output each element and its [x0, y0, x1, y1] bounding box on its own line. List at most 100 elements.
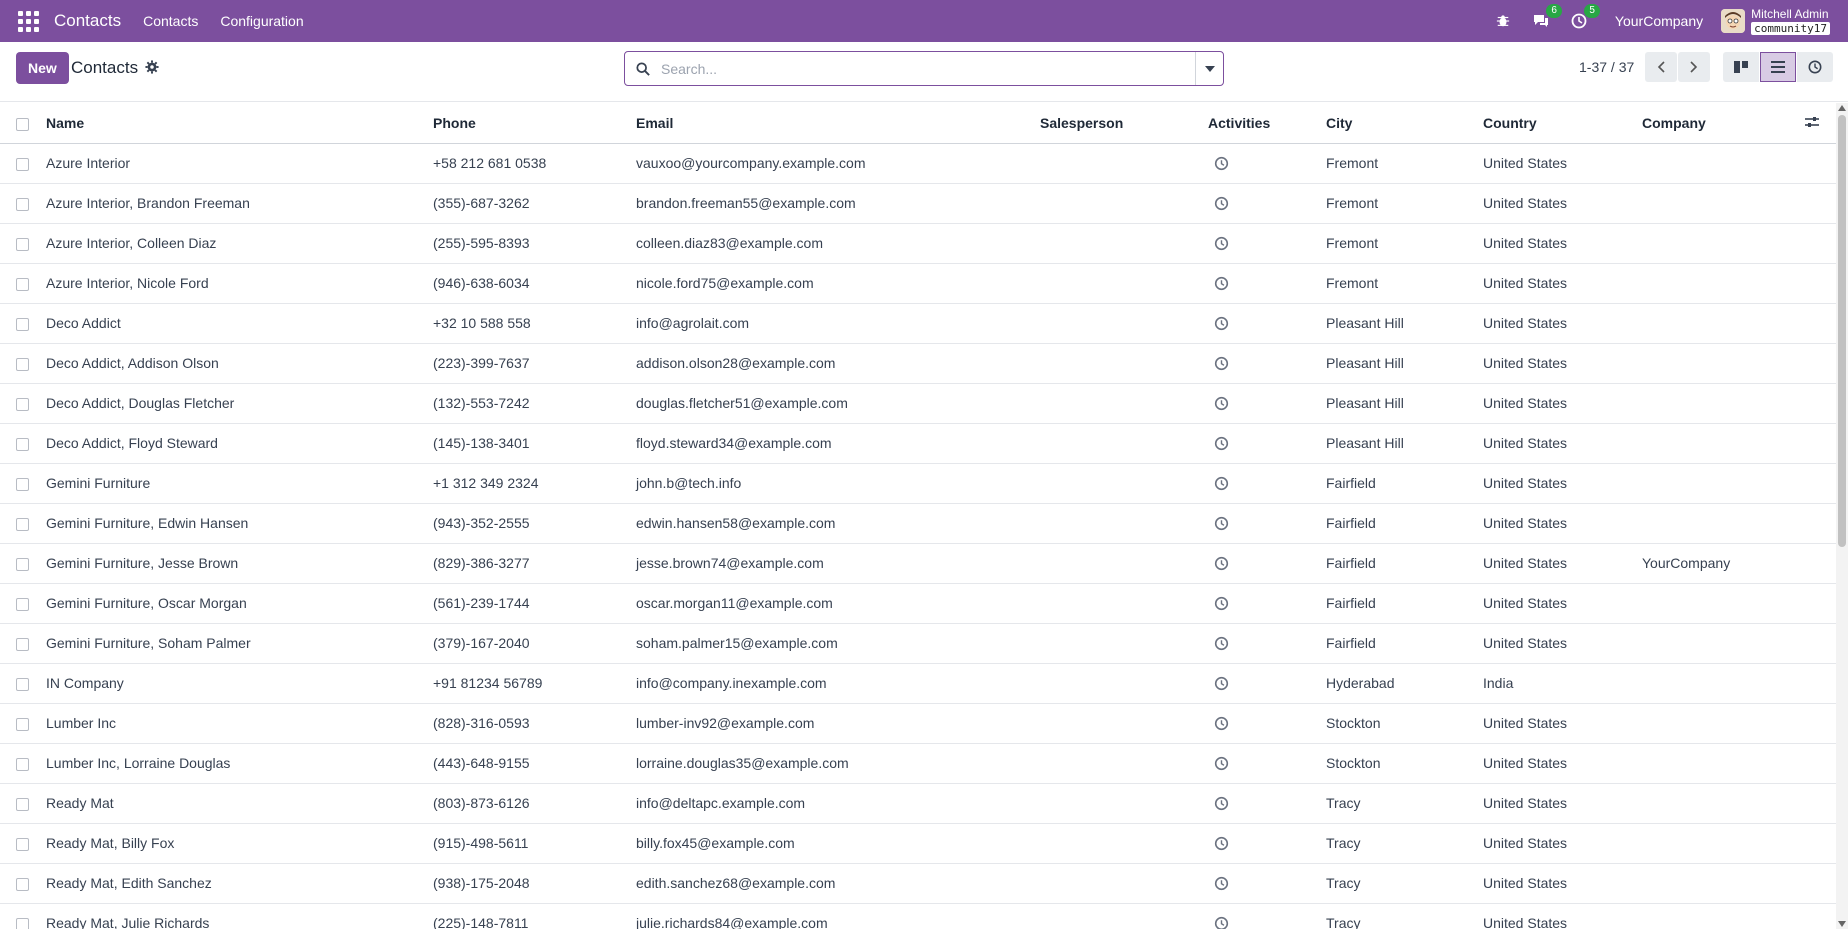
cell-email[interactable]: julie.richards84@example.com	[630, 903, 1034, 929]
cell-name[interactable]: Ready Mat, Julie Richards	[40, 903, 427, 929]
cell-company[interactable]	[1636, 143, 1799, 184]
cell-phone[interactable]: (943)-352-2555	[427, 503, 630, 544]
cell-salesperson[interactable]	[1034, 463, 1202, 504]
cell-city[interactable]: Tracy	[1320, 863, 1477, 904]
cell-salesperson[interactable]	[1034, 663, 1202, 704]
cell-city[interactable]: Fremont	[1320, 143, 1477, 184]
cell-company[interactable]	[1636, 263, 1799, 304]
pager-next-button[interactable]	[1678, 52, 1710, 82]
table-row[interactable]: Deco Addict, Douglas Fletcher (132)-553-7…	[0, 383, 1836, 424]
row-checkbox[interactable]	[16, 477, 29, 491]
cell-activities[interactable]	[1202, 263, 1320, 304]
cell-company[interactable]	[1636, 743, 1799, 784]
cell-phone[interactable]: (938)-175-2048	[427, 863, 630, 904]
cell-country[interactable]: United States	[1477, 183, 1636, 224]
cell-email[interactable]: jesse.brown74@example.com	[630, 543, 1034, 584]
column-header-email[interactable]: Email	[630, 103, 1034, 144]
cell-salesperson[interactable]	[1034, 783, 1202, 824]
scroll-down-arrow-icon[interactable]	[1838, 921, 1846, 927]
activity-clock-icon[interactable]	[1214, 155, 1229, 171]
cell-country[interactable]: United States	[1477, 703, 1636, 744]
cell-activities[interactable]	[1202, 303, 1320, 344]
cell-name[interactable]: Lumber Inc, Lorraine Douglas	[40, 743, 427, 784]
cell-salesperson[interactable]	[1034, 383, 1202, 424]
table-row[interactable]: Deco Addict, Addison Olson (223)-399-7637…	[0, 343, 1836, 384]
cell-email[interactable]: vauxoo@yourcompany.example.com	[630, 143, 1034, 184]
table-row[interactable]: IN Company +91 81234 56789 info@company.in…	[0, 663, 1836, 704]
cell-company[interactable]	[1636, 463, 1799, 504]
row-checkbox[interactable]	[16, 717, 29, 731]
table-row[interactable]: Azure Interior, Colleen Diaz (255)-595-83…	[0, 223, 1836, 264]
cell-company[interactable]	[1636, 903, 1799, 929]
cell-city[interactable]: Fairfield	[1320, 463, 1477, 504]
kanban-view-button[interactable]	[1723, 52, 1759, 82]
activity-clock-icon[interactable]	[1214, 475, 1229, 491]
activity-clock-icon[interactable]	[1214, 595, 1229, 611]
activity-clock-icon[interactable]	[1214, 555, 1229, 571]
cell-salesperson[interactable]	[1034, 543, 1202, 584]
cell-country[interactable]: United States	[1477, 463, 1636, 504]
cell-company[interactable]	[1636, 223, 1799, 264]
row-checkbox[interactable]	[16, 637, 29, 651]
activity-clock-icon[interactable]	[1214, 715, 1229, 731]
activity-clock-icon[interactable]	[1214, 795, 1229, 811]
cell-salesperson[interactable]	[1034, 143, 1202, 184]
cell-activities[interactable]	[1202, 543, 1320, 584]
cell-country[interactable]: United States	[1477, 423, 1636, 464]
cell-name[interactable]: Ready Mat, Edith Sanchez	[40, 863, 427, 904]
cell-country[interactable]: United States	[1477, 503, 1636, 544]
cell-city[interactable]: Tracy	[1320, 823, 1477, 864]
row-checkbox[interactable]	[16, 757, 29, 771]
cell-email[interactable]: lorraine.douglas35@example.com	[630, 743, 1034, 784]
cell-country[interactable]: United States	[1477, 623, 1636, 664]
cell-name[interactable]: IN Company	[40, 663, 427, 704]
cell-activities[interactable]	[1202, 703, 1320, 744]
table-row[interactable]: Azure Interior, Brandon Freeman (355)-687…	[0, 183, 1836, 224]
cell-company[interactable]	[1636, 423, 1799, 464]
cell-salesperson[interactable]	[1034, 823, 1202, 864]
cell-salesperson[interactable]	[1034, 903, 1202, 929]
cell-salesperson[interactable]	[1034, 223, 1202, 264]
cell-name[interactable]: Deco Addict, Douglas Fletcher	[40, 383, 427, 424]
cell-activities[interactable]	[1202, 583, 1320, 624]
activity-clock-icon[interactable]	[1214, 515, 1229, 531]
cell-email[interactable]: colleen.diaz83@example.com	[630, 223, 1034, 264]
cell-city[interactable]: Fairfield	[1320, 623, 1477, 664]
table-row[interactable]: Gemini Furniture, Soham Palmer (379)-167-…	[0, 623, 1836, 664]
cell-email[interactable]: oscar.morgan11@example.com	[630, 583, 1034, 624]
cell-city[interactable]: Pleasant Hill	[1320, 423, 1477, 464]
column-header-country[interactable]: Country	[1477, 103, 1636, 144]
column-header-salesperson[interactable]: Salesperson	[1034, 103, 1202, 144]
row-checkbox[interactable]	[16, 557, 29, 571]
cell-email[interactable]: info@deltapc.example.com	[630, 783, 1034, 824]
cell-city[interactable]: Fairfield	[1320, 503, 1477, 544]
cell-activities[interactable]	[1202, 423, 1320, 464]
cell-city[interactable]: Stockton	[1320, 703, 1477, 744]
cell-company[interactable]	[1636, 623, 1799, 664]
cell-phone[interactable]: +58 212 681 0538	[427, 143, 630, 184]
cell-salesperson[interactable]	[1034, 303, 1202, 344]
activity-clock-icon[interactable]	[1214, 395, 1229, 411]
cell-country[interactable]: United States	[1477, 583, 1636, 624]
cell-email[interactable]: edwin.hansen58@example.com	[630, 503, 1034, 544]
cell-activities[interactable]	[1202, 743, 1320, 784]
cell-activities[interactable]	[1202, 623, 1320, 664]
cell-activities[interactable]	[1202, 823, 1320, 864]
cell-company[interactable]	[1636, 503, 1799, 544]
cell-city[interactable]: Pleasant Hill	[1320, 303, 1477, 344]
table-row[interactable]: Gemini Furniture, Jesse Brown (829)-386-3…	[0, 543, 1836, 584]
cell-activities[interactable]	[1202, 223, 1320, 264]
activity-clock-icon[interactable]	[1214, 755, 1229, 771]
cell-salesperson[interactable]	[1034, 623, 1202, 664]
column-header-activities[interactable]: Activities	[1202, 103, 1320, 144]
cell-name[interactable]: Gemini Furniture, Oscar Morgan	[40, 583, 427, 624]
table-row[interactable]: Lumber Inc (828)-316-0593 lumber-inv92@exa…	[0, 703, 1836, 744]
table-row[interactable]: Azure Interior +58 212 681 0538 vauxoo@you…	[0, 143, 1836, 184]
cell-activities[interactable]	[1202, 343, 1320, 384]
cell-email[interactable]: info@agrolait.com	[630, 303, 1034, 344]
cell-city[interactable]: Tracy	[1320, 783, 1477, 824]
cell-country[interactable]: India	[1477, 663, 1636, 704]
row-checkbox[interactable]	[16, 397, 29, 411]
search-input[interactable]	[661, 52, 1195, 85]
table-row[interactable]: Deco Addict +32 10 588 558 info@agrolait.c…	[0, 303, 1836, 344]
